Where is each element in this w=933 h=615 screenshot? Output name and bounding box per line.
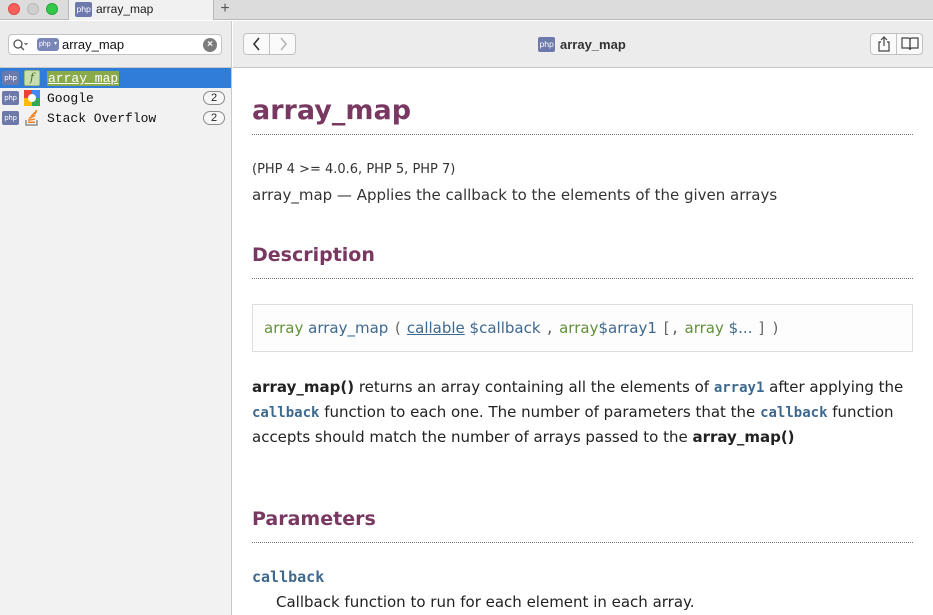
search-bar: php▾ × xyxy=(0,21,231,68)
function-icon: f xyxy=(24,70,40,86)
return-type: array xyxy=(264,319,304,337)
ref-purpose: array_map — Applies the callback to the … xyxy=(252,186,778,204)
function-name: array_map xyxy=(308,319,389,337)
result-item-google[interactable]: php Google 2 xyxy=(0,88,231,108)
close-window-button[interactable] xyxy=(8,3,20,15)
param-type: array xyxy=(559,319,599,337)
back-button[interactable] xyxy=(244,34,270,54)
result-count-badge: 2 xyxy=(203,111,225,125)
new-tab-button[interactable]: + xyxy=(216,0,234,20)
paragraph-text: returns an array containing all the elem… xyxy=(354,378,714,396)
optional-close: ] xyxy=(757,319,767,337)
documentation-content: array_map (PHP 4 >= 4.0.6, PHP 5, PHP 7)… xyxy=(233,68,933,615)
action-buttons xyxy=(870,33,923,55)
results-list: php f array_map php Google 2 php Stack O… xyxy=(0,68,231,128)
minimize-window-button[interactable] xyxy=(27,3,39,15)
description-divider xyxy=(252,278,913,279)
param-type: array xyxy=(684,319,724,337)
sidebar: php▾ × php f array_map php Google 2 php xyxy=(0,21,232,615)
php-docset-icon: php xyxy=(75,2,92,17)
param-callback: $callback xyxy=(469,319,541,337)
param-ref: callback xyxy=(760,405,828,421)
synopsis-line: array array_map ( callable $callback , a… xyxy=(264,319,780,337)
parameter-description: Callback function to run for each elemen… xyxy=(276,593,695,611)
forward-button[interactable] xyxy=(270,34,296,54)
method-synopsis: array array_map ( callable $callback , a… xyxy=(252,304,913,352)
param-array1: $array1 xyxy=(598,319,657,337)
paragraph-text: after applying the xyxy=(764,378,904,396)
php-docset-icon: php xyxy=(2,71,19,85)
result-count-badge: 2 xyxy=(203,91,225,105)
paren-close: ) xyxy=(771,319,781,337)
stackoverflow-icon xyxy=(25,110,38,126)
search-input[interactable] xyxy=(62,36,202,53)
function-ref: array_map() xyxy=(252,378,355,396)
docset-filter-button[interactable]: php ▾ xyxy=(37,38,59,51)
zoom-window-button[interactable] xyxy=(46,3,58,15)
tab-bar: php array_map + xyxy=(0,0,933,20)
php-docset-icon: php xyxy=(2,111,19,125)
tab-title: array_map xyxy=(96,2,154,16)
version-info: (PHP 4 >= 4.0.6, PHP 5, PHP 7) xyxy=(252,162,456,177)
book-icon xyxy=(901,37,919,51)
result-label: Google xyxy=(47,91,94,106)
heading-divider xyxy=(252,134,913,135)
parameters-heading: Parameters xyxy=(252,508,376,530)
optional-open: [, xyxy=(661,319,680,337)
content-toolbar: php array_map xyxy=(233,21,933,68)
function-heading: array_map xyxy=(252,95,412,126)
param-ref: callback xyxy=(252,405,320,421)
docset-filter-label: php xyxy=(39,41,51,48)
param-rest: $... xyxy=(728,319,753,337)
param-ref: array1 xyxy=(713,380,765,396)
search-field[interactable]: php▾ × xyxy=(8,34,222,55)
chevron-right-icon xyxy=(280,37,288,51)
bookmark-button[interactable] xyxy=(897,34,923,54)
page-title: array_map xyxy=(560,37,626,52)
description-paragraph: array_map() returns an array containing … xyxy=(252,375,912,449)
description-heading: Description xyxy=(252,244,375,266)
chevron-left-icon xyxy=(252,37,260,51)
callable-type-link[interactable]: callable xyxy=(407,319,465,337)
result-label: array_map xyxy=(47,71,120,86)
function-ref: array_map() xyxy=(692,428,795,446)
chevron-down-icon: ▾ xyxy=(53,41,57,47)
php-docset-icon: php xyxy=(538,37,555,52)
result-label: Stack Overflow xyxy=(47,111,157,126)
navigation-buttons xyxy=(243,33,296,55)
google-icon xyxy=(24,90,40,106)
tab-array-map[interactable]: php array_map xyxy=(68,0,214,20)
search-icon[interactable] xyxy=(12,38,28,52)
clear-search-icon[interactable]: × xyxy=(203,38,217,52)
result-item-stack-overflow[interactable]: php Stack Overflow 2 xyxy=(0,108,231,128)
paragraph-text: function to each one. The number of para… xyxy=(319,403,761,421)
paren-open: ( xyxy=(393,319,403,337)
share-icon xyxy=(877,36,890,52)
result-item-array-map[interactable]: php f array_map xyxy=(0,68,231,88)
share-button[interactable] xyxy=(871,34,897,54)
parameters-divider xyxy=(252,542,913,543)
param-separator: , xyxy=(545,319,555,337)
parameter-term: callback xyxy=(252,568,325,586)
php-docset-icon: php xyxy=(2,91,19,105)
